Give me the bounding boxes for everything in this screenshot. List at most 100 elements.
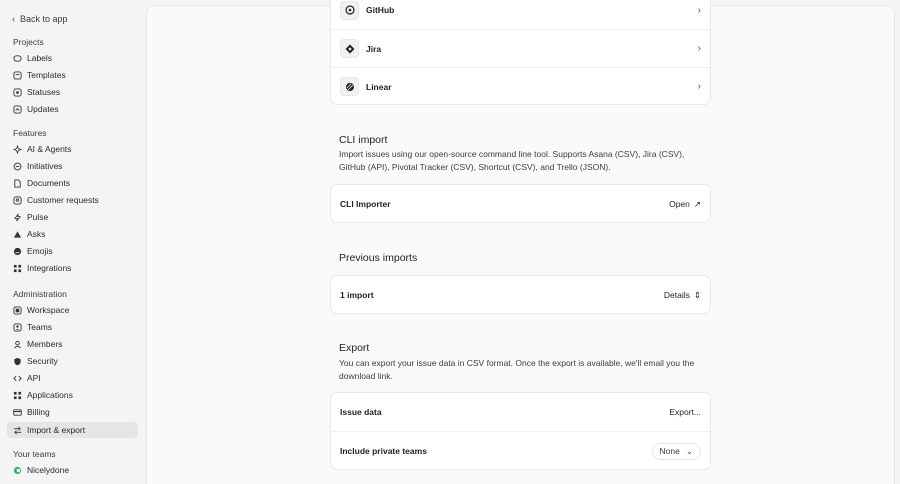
sidebar-item-teams[interactable]: Teams [7, 319, 138, 335]
open-label: Open [669, 199, 690, 209]
sidebar-item-label: Nicelydone [27, 465, 70, 475]
shield-icon [14, 357, 21, 365]
integrations-icon [13, 264, 22, 272]
chevron-right-icon[interactable]: › [698, 81, 701, 92]
chevron-up-down-icon: ⇕ [693, 289, 701, 300]
sidebar-item-label: Asks [27, 229, 46, 239]
linear-icon [340, 77, 359, 96]
external-link-icon: ↗ [693, 198, 701, 209]
integrations-card: GitHub › Jira › Linear › [330, 0, 711, 105]
applications-icon [13, 391, 22, 399]
sidebar-item-statuses[interactable]: Statuses [7, 84, 138, 100]
chevron-right-icon[interactable]: › [698, 43, 701, 54]
previous-imports-row: 1 import Details ⇕ [331, 276, 710, 314]
sidebar-item-api[interactable]: API [7, 370, 138, 386]
status-icon [13, 87, 22, 97]
export-card: Issue data Export... Include private tea… [330, 392, 711, 470]
sidebar-item-label: Workspace [27, 305, 70, 315]
sidebar-item-team-nicelydone[interactable]: Nicelydone [7, 462, 138, 478]
sidebar-item-applications[interactable]: Applications [7, 387, 138, 403]
cli-importer-label: CLI Importer [340, 199, 391, 209]
export-description: You can export your issue data in CSV fo… [339, 358, 695, 381]
sidebar-item-label: Initiatives [27, 161, 63, 171]
previous-imports-title: Previous imports [339, 252, 418, 264]
workspace-icon [13, 305, 22, 315]
sidebar-item-label: Billing [27, 407, 50, 417]
chevron-left-icon: ‹ [12, 13, 15, 24]
customer-requests-icon [13, 195, 22, 205]
sidebar-item-billing[interactable]: Billing [7, 404, 138, 420]
private-teams-select[interactable]: None ⌄ [651, 442, 701, 460]
sidebar-item-label: Labels [27, 53, 53, 63]
sidebar-item-label: Integrations [27, 263, 72, 273]
sidebar-item-asks[interactable]: Asks [7, 226, 138, 242]
cli-import-title: CLI import [339, 134, 388, 146]
cli-importer-card: CLI Importer Open ↗ [330, 184, 711, 223]
details-button[interactable]: Details ⇕ [664, 290, 701, 301]
details-label: Details [663, 290, 690, 300]
sidebar-item-label: Templates [27, 70, 66, 80]
sidebar-item-label: Security [27, 356, 58, 366]
sidebar-item-import-export[interactable]: Import & export [7, 422, 138, 438]
sidebar-item-emojis[interactable]: Emojis [7, 243, 138, 259]
integration-label: GitHub [366, 5, 395, 15]
integration-label: Jira [366, 43, 382, 54]
section-features: Features [13, 128, 47, 138]
cli-import-description: Import issues using our open-source comm… [339, 149, 685, 172]
integration-row-jira[interactable]: Jira › [331, 29, 710, 67]
sidebar: ‹ Back to app Projects Labels Templates … [0, 0, 145, 484]
open-cli-button[interactable]: Open ↗ [669, 199, 701, 210]
cli-importer-row: CLI Importer Open ↗ [331, 185, 710, 223]
integration-row-linear[interactable]: Linear › [331, 67, 710, 105]
section-your-teams: Your teams [13, 449, 56, 459]
integration-row-github[interactable]: GitHub › [331, 0, 710, 29]
sidebar-item-security[interactable]: Security [7, 353, 138, 369]
initiatives-icon [13, 162, 22, 170]
sidebar-item-labels[interactable]: Labels [7, 50, 138, 66]
sidebar-item-label: API [27, 373, 41, 383]
updates-icon [13, 104, 22, 114]
tag-icon [13, 54, 22, 62]
sidebar-item-label: Emojis [27, 246, 53, 256]
sidebar-item-members[interactable]: Members [7, 336, 138, 352]
sidebar-item-label: Customer requests [27, 195, 99, 205]
section-projects: Projects [13, 37, 44, 47]
sidebar-item-customer-requests[interactable]: Customer requests [7, 192, 138, 208]
sidebar-item-workspace[interactable]: Workspace [7, 302, 138, 318]
pulse-icon [13, 213, 22, 221]
import-export-icon [13, 426, 22, 434]
export-title: Export [339, 342, 370, 354]
include-private-teams-row: Include private teams None ⌄ [331, 431, 710, 470]
chevron-right-icon[interactable]: › [698, 5, 701, 16]
sidebar-item-ai-agents[interactable]: AI & Agents [7, 141, 138, 157]
previous-imports-card: 1 import Details ⇕ [330, 275, 711, 314]
sidebar-item-initiatives[interactable]: Initiatives [7, 158, 138, 174]
issue-data-row: Issue data Export... [331, 393, 710, 431]
jira-icon [340, 39, 359, 58]
code-icon [13, 375, 22, 381]
section-administration: Administration [13, 289, 67, 299]
template-icon [13, 70, 22, 80]
sidebar-item-label: Members [27, 339, 63, 349]
export-button[interactable]: Export... [669, 407, 701, 417]
sidebar-item-label: Applications [27, 390, 73, 400]
back-to-app-link[interactable]: ‹ Back to app [12, 12, 68, 25]
sidebar-item-label: Documents [27, 178, 70, 188]
sidebar-item-label: AI & Agents [27, 144, 72, 154]
sidebar-item-integrations[interactable]: Integrations [7, 260, 138, 276]
sidebar-item-label: Updates [27, 104, 59, 114]
issue-data-label: Issue data [340, 407, 382, 417]
sidebar-item-updates[interactable]: Updates [7, 101, 138, 117]
private-teams-value: None [659, 446, 680, 456]
import-count-label: 1 import [340, 290, 374, 300]
integration-label: Linear [366, 81, 392, 92]
sparkle-icon [13, 144, 22, 154]
sidebar-item-label: Import & export [27, 425, 86, 435]
sidebar-item-documents[interactable]: Documents [7, 175, 138, 191]
sidebar-item-templates[interactable]: Templates [7, 67, 138, 83]
sidebar-item-pulse[interactable]: Pulse [7, 209, 138, 225]
teams-icon [13, 322, 22, 332]
include-private-teams-label: Include private teams [340, 446, 427, 456]
members-icon [14, 340, 21, 348]
github-icon [340, 0, 359, 20]
